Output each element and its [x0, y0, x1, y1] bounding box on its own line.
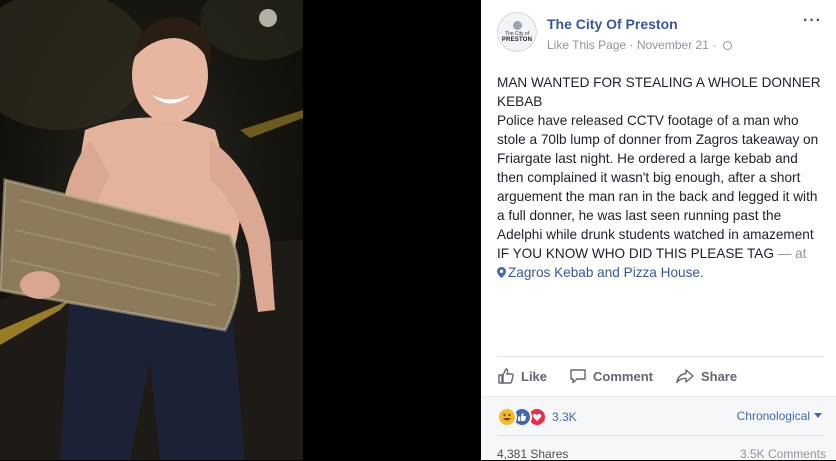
shares-count-link[interactable]: 4,381 Shares	[497, 447, 568, 461]
comment-label: Comment	[593, 368, 653, 384]
place-link[interactable]: Zagros Kebab and Pizza House.	[508, 265, 704, 280]
at-text: — at	[777, 246, 807, 261]
post-photo[interactable]	[0, 0, 303, 460]
footer-divider	[497, 435, 824, 436]
action-bar: Like Comment Share	[497, 364, 824, 388]
comment-button[interactable]: Comment	[569, 367, 653, 385]
comment-sort-dropdown[interactable]: Chronological	[737, 409, 822, 423]
post-body: Police have released CCTV footage of a m…	[497, 113, 819, 242]
tag-line-text: IF YOU KNOW WHO DID THIS PLEASE TAG	[497, 246, 774, 261]
page-name-link[interactable]: The City Of Preston	[547, 16, 678, 32]
page-avatar[interactable]: The City of PRESTON	[497, 12, 537, 52]
post-panel: The City of PRESTON The City Of Preston …	[481, 0, 836, 461]
crest-icon	[512, 20, 522, 30]
sort-label: Chronological	[736, 409, 810, 423]
location-pin-icon	[497, 267, 506, 278]
like-page-link[interactable]: Like This Page	[547, 38, 626, 52]
globe-icon	[722, 41, 732, 50]
post-footer: 3.3K Chronological 4,381 Shares 3.5K Com…	[481, 396, 836, 461]
haha-reaction-icon	[497, 407, 517, 427]
like-button[interactable]: Like	[497, 367, 547, 385]
more-options-button[interactable]: ···	[803, 12, 822, 30]
share-button[interactable]: Share	[675, 367, 737, 385]
share-arrow-icon	[676, 369, 694, 384]
reaction-count[interactable]: 3.3K	[552, 410, 577, 424]
post-tag-line: IF YOU KNOW WHO DID THIS PLEASE TAG — at…	[497, 244, 827, 282]
like-label: Like	[521, 368, 548, 384]
post-meta: Like This Page · November 21 ·	[547, 38, 732, 52]
comments-count-link[interactable]: 3.5K Comments	[740, 447, 826, 461]
lightbox-background	[303, 0, 481, 460]
chevron-down-icon	[814, 413, 822, 418]
comment-bubble-icon	[570, 369, 586, 384]
post-message: MAN WANTED FOR STEALING A WHOLE DONNER K…	[497, 73, 827, 282]
reactions-summary[interactable]: 3.3K	[497, 407, 577, 427]
share-label: Share	[700, 368, 738, 384]
photo-illustration	[0, 0, 303, 460]
like-thumb-icon	[498, 368, 514, 384]
meta-separator: ·	[626, 38, 637, 52]
avatar-line2: PRESTON	[501, 36, 533, 43]
divider	[497, 356, 824, 357]
meta-separator-2: ·	[708, 38, 720, 52]
post-headline: MAN WANTED FOR STEALING A WHOLE DONNER K…	[497, 75, 821, 109]
post-date-link[interactable]: November 21	[637, 38, 709, 52]
post-header: The City of PRESTON The City Of Preston …	[497, 12, 826, 56]
